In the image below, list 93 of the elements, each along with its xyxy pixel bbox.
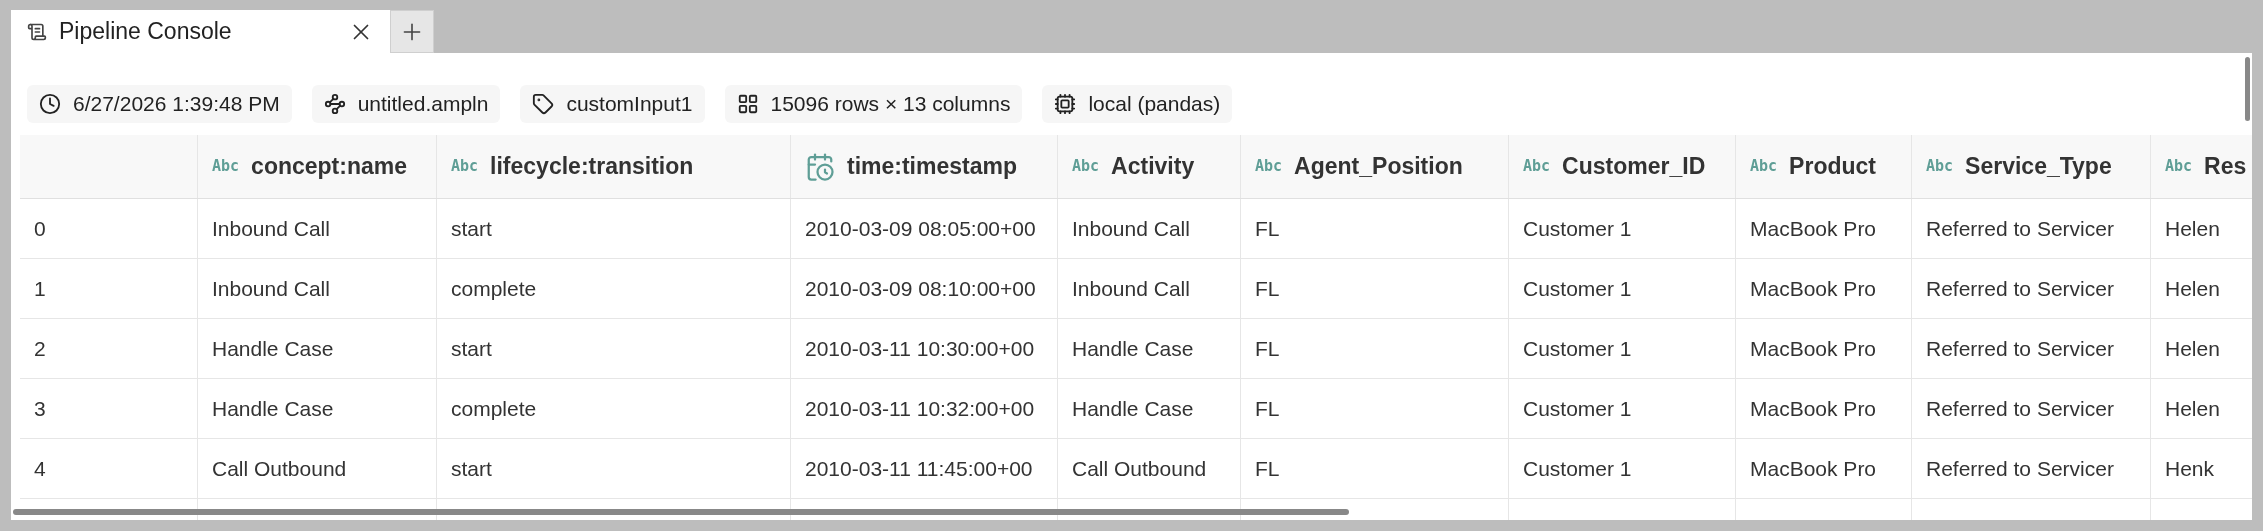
text-type-icon: Abc (1072, 159, 1100, 174)
vertical-scrollbar[interactable] (2245, 57, 2250, 121)
table-cell-text: complete (451, 395, 537, 422)
table-cell-text: Helen (2165, 395, 2220, 422)
table-cell-text: MacBook Pro (1750, 395, 1877, 422)
horizontal-scrollbar[interactable] (13, 509, 1349, 515)
table-cell-text: Helen (2165, 215, 2220, 242)
table-cell-text: 2010-03-11 10:30:00+00 (805, 335, 1035, 362)
column-title: Res (2204, 152, 2247, 182)
table-cell-text: Inbound Call (1072, 275, 1190, 302)
row-index: 4 (34, 455, 46, 482)
chip-label: untitled.ampln (357, 91, 489, 118)
table-cell-text: Customer 1 (1523, 455, 1632, 482)
column-header[interactable]: Abc Customer_ID (1509, 135, 1736, 198)
column-header[interactable]: Abc Res (2151, 135, 2252, 198)
table-cell-text: Inbound Call (212, 275, 330, 302)
chip-label: local (pandas) (1088, 91, 1221, 118)
text-type-icon: Abc (2165, 159, 2193, 174)
text-type-icon: Abc (1926, 159, 1954, 174)
text-type-icon: Abc (212, 159, 240, 174)
chip-label: 6/27/2026 1:39:48 PM (73, 91, 280, 118)
column-header[interactable]: time:timestamp (791, 135, 1058, 198)
table-cell-text: FL (1255, 395, 1280, 422)
chip-label: 15096 rows × 13 columns (770, 91, 1011, 118)
table-cell-text: Handle Case (212, 395, 334, 422)
column-title: lifecycle:transition (490, 152, 694, 182)
tag-icon (532, 93, 555, 115)
table-cell-text: MacBook Pro (1750, 215, 1877, 242)
tab-title: Pipeline Console (59, 17, 233, 47)
column-header[interactable]: Abc lifecycle:transition (437, 135, 791, 198)
text-type-icon: Abc (1523, 159, 1551, 174)
row-index: 0 (34, 215, 46, 242)
console-tab[interactable]: Pipeline Console (11, 10, 390, 53)
column-title: concept:name (251, 152, 408, 182)
table-cell-text: Handle Case (212, 335, 334, 362)
column-title: Agent_Position (1294, 152, 1463, 182)
column-title: time:timestamp (847, 152, 1017, 182)
table-cell-text: Handle Case (1072, 395, 1194, 422)
calendar-clock-icon (805, 151, 835, 182)
grid-icon (736, 93, 759, 115)
column-title: Customer_ID (1562, 152, 1706, 182)
new-tab-button[interactable] (390, 10, 434, 53)
table-cell-text: Handle Case (1072, 335, 1194, 362)
table-cell-text: Referred to Servicer (1926, 335, 2114, 362)
table-cell-text: Call Outbound (212, 455, 347, 482)
chip-label: customInput1 (566, 91, 693, 118)
table-cell-text: Referred to Servicer (1926, 275, 2114, 302)
clock-icon (39, 93, 61, 115)
table-cell-text: Inbound Call (212, 215, 330, 242)
table-cell-text: complete (451, 275, 537, 302)
column-title: Product (1789, 152, 1876, 182)
table-cell-text: Referred to Servicer (1926, 395, 2114, 422)
row-index: 2 (34, 335, 46, 362)
column-header[interactable]: Abc concept:name (198, 135, 437, 198)
table-cell-text: Helen (2165, 335, 2220, 362)
text-type-icon: Abc (1750, 159, 1778, 174)
column-header[interactable]: Abc Service_Type (1912, 135, 2151, 198)
table-cell-text: Customer 1 (1523, 215, 1632, 242)
table-cell-text: Referred to Servicer (1926, 455, 2114, 482)
table-cell-text: FL (1255, 335, 1280, 362)
table-cell-text: Customer 1 (1523, 335, 1632, 362)
table-cell-text: 2010-03-11 11:45:00+00 (805, 455, 1033, 482)
document-icon (27, 21, 47, 42)
chip-icon (1054, 93, 1077, 115)
table-cell-text: Customer 1 (1523, 275, 1632, 302)
table-cell-text: Call Outbound (1072, 455, 1207, 482)
column-header[interactable]: Abc Activity (1058, 135, 1241, 198)
table-cell-text: 2010-03-09 08:10:00+00 (805, 275, 1036, 302)
table-cell-text: Henk (2165, 455, 2215, 482)
table-cell-text: 2010-03-11 10:32:00+00 (805, 395, 1035, 422)
column-header[interactable]: Abc Product (1736, 135, 1912, 198)
column-title: Service_Type (1965, 152, 2112, 182)
table-cell-text: start (451, 335, 492, 362)
table-cell-text: FL (1255, 455, 1280, 482)
table-cell-text: start (451, 215, 492, 242)
table-cell-text: MacBook Pro (1750, 455, 1877, 482)
table-cell-text: Customer 1 (1523, 395, 1632, 422)
row-index: 3 (34, 395, 46, 422)
table-cell-text: MacBook Pro (1750, 335, 1877, 362)
table-cell-text: FL (1255, 215, 1280, 242)
table-cell-text: MacBook Pro (1750, 275, 1877, 302)
text-type-icon: Abc (1255, 159, 1283, 174)
table-cell-text: Helen (2165, 275, 2220, 302)
table-cell-text: start (451, 455, 492, 482)
row-index: 1 (34, 275, 46, 302)
table-cell-text: Inbound Call (1072, 215, 1190, 242)
table-cell-text: 2010-03-09 08:05:00+00 (805, 215, 1036, 242)
column-title: Activity (1111, 152, 1195, 182)
text-type-icon: Abc (451, 159, 479, 174)
table-cell-text: Referred to Servicer (1926, 215, 2114, 242)
column-header[interactable]: Abc Agent_Position (1241, 135, 1509, 198)
route-icon (323, 93, 346, 115)
table-cell-text: FL (1255, 275, 1280, 302)
